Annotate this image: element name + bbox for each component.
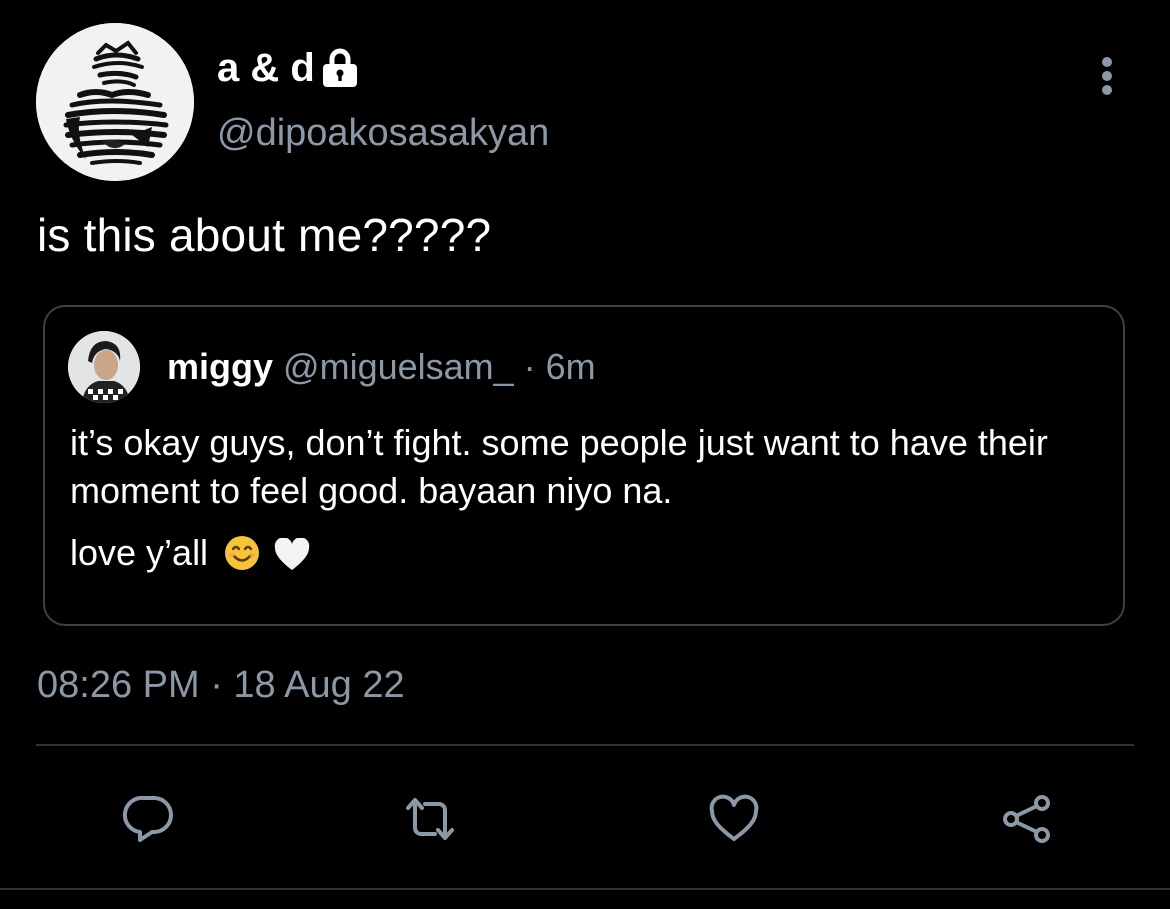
like-icon <box>709 794 759 841</box>
author-display-name-row: a & d <box>217 44 359 92</box>
tweet-timestamp[interactable]: 08:26 PM · 18 Aug 22 <box>37 662 405 708</box>
actions-divider <box>36 744 1134 746</box>
white-heart-emoji-icon <box>274 536 310 570</box>
share-button[interactable] <box>1000 792 1054 846</box>
lock-icon <box>321 48 359 88</box>
quoted-tweet-header: miggy @miguelsam_ · 6m <box>167 344 596 390</box>
share-icon <box>1003 795 1050 843</box>
author-display-name: a & d <box>217 46 315 90</box>
retweet-icon <box>406 798 454 840</box>
quoted-tweet-text-line2: love y’all <box>70 532 209 573</box>
retweet-button[interactable] <box>403 792 457 846</box>
quoted-author-avatar-image <box>68 331 140 403</box>
quoted-author-display-name: miggy <box>167 346 274 387</box>
reply-icon <box>122 795 173 842</box>
quoted-tweet-body: it’s okay guys, don’t fight. some people… <box>70 419 1110 577</box>
quoted-tweet-card[interactable]: miggy @miguelsam_ · 6m it’s okay guys, d… <box>43 305 1125 626</box>
like-button[interactable] <box>707 792 761 846</box>
more-vertical-icon <box>1102 57 1112 95</box>
reply-button[interactable] <box>122 792 176 846</box>
quoted-tweet-line2: love y’all <box>70 529 1110 577</box>
author-avatar[interactable] <box>36 23 194 181</box>
author-avatar-image <box>36 23 194 181</box>
quoted-author-meta: @miguelsam_ · 6m <box>283 346 596 387</box>
quoted-tweet-text: it’s okay guys, don’t fight. some people… <box>70 422 1048 511</box>
author-handle[interactable]: @dipoakosasakyan <box>217 110 549 156</box>
more-options-button[interactable] <box>1092 55 1122 97</box>
quoted-author-avatar <box>68 331 140 403</box>
bottom-divider <box>0 888 1170 890</box>
smiling-face-emoji-icon <box>224 535 260 571</box>
tweet-text: is this about me????? <box>37 209 492 261</box>
